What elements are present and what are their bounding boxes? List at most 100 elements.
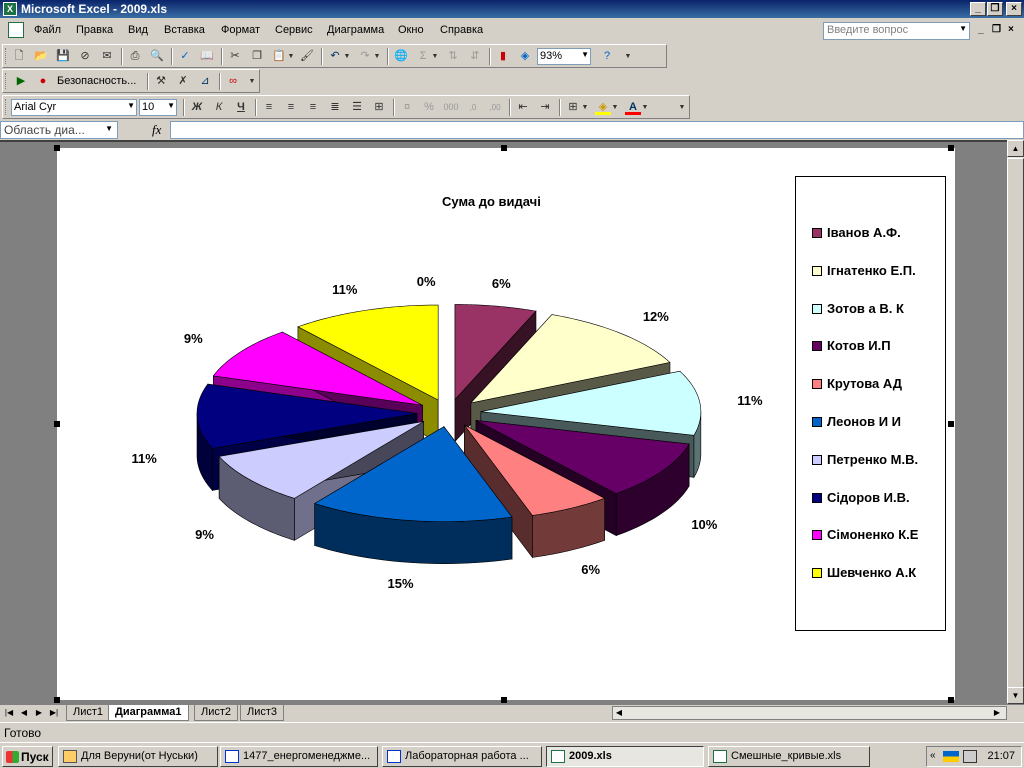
design-mode-icon[interactable]: ✗ [175,74,191,89]
underline-button[interactable]: Ч [233,100,249,115]
decrease-decimal-icon[interactable]: ,00 [487,100,503,115]
toolbar-options-icon[interactable]: ▼ [677,100,687,115]
undo-icon[interactable]: ↶ [327,49,343,64]
menu-view[interactable]: Вид [128,24,148,36]
drawing-icon[interactable]: ◈ [517,49,533,64]
menu-format[interactable]: Формат [221,24,260,36]
toolbar-grip[interactable] [5,48,8,64]
prev-sheet-icon[interactable]: ◀ [18,707,30,719]
sheet-tab[interactable]: Лист2 [194,705,239,721]
security-button[interactable]: Безопасность... [57,75,136,87]
data-label[interactable]: 11% [737,393,762,408]
selection-handle[interactable] [948,421,954,427]
toolbar-grip[interactable] [5,99,8,115]
scroll-right-icon[interactable]: ▶ [991,707,1003,719]
menu-tools[interactable]: Сервис [275,24,313,36]
redo-icon[interactable]: ↷ [357,49,373,64]
bold-button[interactable]: Ж [189,100,205,115]
chevron-down-icon[interactable]: ▼ [287,49,295,64]
taskbar-item[interactable]: Лабораторная работа ... [382,746,542,767]
hyperlink-icon[interactable]: 🌐 [393,49,409,64]
ask-question-input[interactable]: Введите вопрос ▼ [823,22,970,40]
last-sheet-icon[interactable]: ▶| [48,707,60,719]
data-label[interactable]: 15% [388,576,414,591]
toolbar-options-icon[interactable]: ▼ [247,74,257,89]
chevron-down-icon[interactable]: ▼ [611,100,619,115]
borders-icon[interactable]: ⊞ [565,100,581,115]
menu-help[interactable]: Справка [440,24,483,36]
menu-window[interactable]: Окно [398,24,424,36]
format-painter-icon[interactable]: 🖌 [299,49,315,64]
start-button[interactable]: Пуск [2,746,53,767]
spelling-icon[interactable]: ✓ [177,49,193,64]
doc-restore-button[interactable]: ❐ [992,24,1001,35]
merge-center-icon[interactable]: ⊞ [371,100,387,115]
data-label[interactable]: 12% [643,309,669,324]
sheet-tab[interactable]: Лист3 [240,705,285,721]
data-label-zero[interactable]: 0% [417,274,436,289]
copy-icon[interactable]: ❐ [249,49,265,64]
help-icon[interactable]: ? [599,49,615,64]
toolbar-grip[interactable] [5,73,8,89]
align-right-icon[interactable]: ≡ [305,100,321,115]
taskbar-item[interactable]: Для Веруни(от Нуськи) [58,746,218,767]
italic-button[interactable]: К [211,100,227,115]
zoom-select[interactable]: 93% ▼ [537,48,591,65]
vertical-scrollbar[interactable]: ▲ ▼ [1007,140,1024,704]
increase-decimal-icon[interactable]: ,0 [465,100,481,115]
fill-color-icon[interactable]: ◈ [595,100,611,115]
restore-button[interactable]: ❐ [987,2,1003,16]
currency-icon[interactable]: ¤ [399,100,415,115]
visual-basic-editor-icon[interactable]: ⊿ [197,74,213,89]
selection-handle[interactable] [948,697,954,703]
font-color-icon[interactable]: A [625,100,641,115]
data-label[interactable]: 6% [581,562,600,577]
name-box[interactable]: Область диа... ▼ [0,121,118,139]
record-macro-icon[interactable]: ● [35,74,51,89]
excel-app-icon[interactable]: X [3,2,17,16]
toolbar-options-icon[interactable]: ▼ [623,49,633,64]
chevron-down-icon[interactable]: ▼ [431,49,439,64]
email-icon[interactable]: ✉ [99,49,115,64]
data-label[interactable]: 10% [691,517,717,532]
chevron-down-icon[interactable]: ▼ [127,101,135,110]
chevron-down-icon[interactable]: ▼ [581,50,589,59]
data-label[interactable]: 11% [132,451,157,466]
align-center-icon[interactable]: ≡ [283,100,299,115]
doc-close-button[interactable]: × [1008,24,1014,35]
menu-chart[interactable]: Диаграмма [327,24,384,36]
document-icon[interactable] [8,22,24,38]
data-label[interactable]: 6% [492,276,511,291]
permission-icon[interactable]: ⊘ [77,49,93,64]
sort-ascending-icon[interactable]: ⇅ [445,49,461,64]
print-icon[interactable]: ⎙ [127,49,143,64]
scroll-down-icon[interactable]: ▼ [1007,687,1024,704]
taskbar-item[interactable]: 1477_енергоменеджме... [220,746,378,767]
increase-indent-icon[interactable]: ⇥ [537,100,553,115]
chevron-down-icon[interactable]: ▼ [167,101,175,110]
taskbar-item-active[interactable]: 2009.xls [546,746,704,767]
chart-wizard-icon[interactable]: ▮ [495,49,511,64]
menu-insert[interactable]: Вставка [164,24,205,36]
sheet-tab-active[interactable]: Диаграмма1 [108,705,189,721]
chevron-down-icon[interactable]: ▼ [105,124,113,133]
chevron-down-icon[interactable]: ▼ [581,100,589,115]
pie-chart[interactable] [57,148,797,700]
scroll-left-icon[interactable]: ◀ [613,707,625,719]
chevron-down-icon[interactable]: ▼ [959,24,967,33]
run-macro-icon[interactable]: ▶ [13,74,29,89]
data-label[interactable]: 11% [332,282,357,297]
scroll-up-icon[interactable]: ▲ [1007,140,1024,157]
justify-icon[interactable]: ≣ [327,100,343,115]
save-icon[interactable]: 💾 [55,49,71,64]
autosum-icon[interactable]: Σ [415,49,431,64]
open-icon[interactable]: 📂 [33,49,49,64]
paste-icon[interactable]: 📋 [271,49,287,64]
chevron-down-icon[interactable]: ▼ [641,100,649,115]
data-label[interactable]: 9% [184,331,203,346]
first-sheet-icon[interactable]: |◀ [3,707,15,719]
percent-icon[interactable]: % [421,100,437,115]
show-hidden-icons-icon[interactable]: « [930,750,936,761]
taskbar-item[interactable]: Смешные_кривые.xls [708,746,870,767]
sheet-tab[interactable]: Лист1 [66,705,111,721]
